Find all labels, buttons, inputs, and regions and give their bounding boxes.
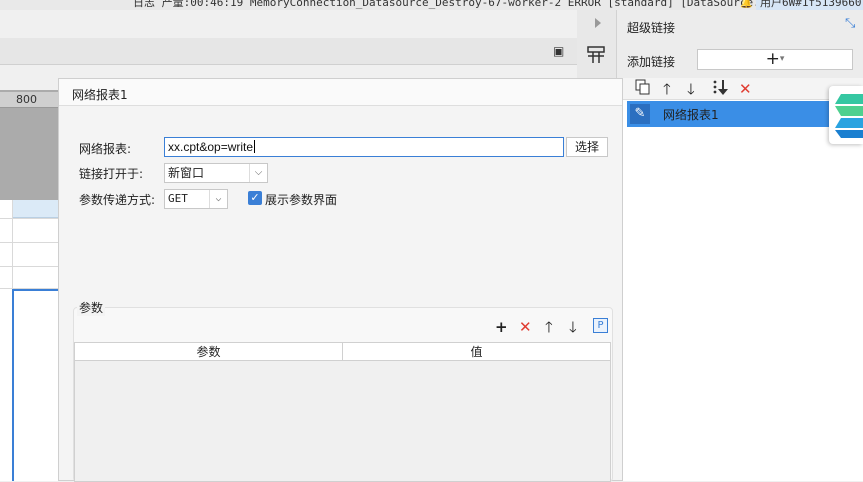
report-url-input[interactable]: xx.cpt&op=write <box>164 137 564 157</box>
delete-param-icon[interactable]: ✕ <box>519 319 532 335</box>
panel-title: 超级链接 <box>627 21 676 35</box>
chevron-down-icon: ▾ <box>779 54 785 64</box>
method-value: GET <box>168 192 188 205</box>
choose-button[interactable]: 选择 <box>566 137 608 157</box>
status-bar: 日志 产量:00:46:19 MemoryConnection_Datasour… <box>0 0 863 10</box>
delete-icon[interactable]: ✕ <box>739 79 752 99</box>
hyperlink-panel: 超级链接 ⤡ 添加链接 +▾ 🡑 🡓 ✕ ✎ 网络报表1 <box>617 10 863 481</box>
user-badge[interactable]: 用户6W#1f5139660 <box>756 0 863 10</box>
dialog-title-bar: 网络报表1 <box>59 79 622 106</box>
open-in-select[interactable]: 新窗口 ⌵ <box>164 163 268 183</box>
selected-cell-range <box>12 289 58 481</box>
copy-icon[interactable] <box>635 79 651 100</box>
params-table[interactable]: 参数 值 <box>74 342 611 482</box>
method-label: 参数传递方式: <box>79 193 156 207</box>
value-column-header: 值 <box>343 343 610 361</box>
report-url-value: xx.cpt&op=write <box>168 140 254 154</box>
add-param-icon[interactable]: + <box>495 319 508 335</box>
web-report-dialog: 网络报表1 网络报表: xx.cpt&op=write 选择 链接打开于: 新窗… <box>58 78 623 482</box>
params-column-header: 参数 <box>75 343 343 361</box>
method-select[interactable]: GET ⌵ <box>164 189 228 209</box>
pencil-icon: ✎ <box>630 104 650 124</box>
plus-icon: + <box>765 49 780 69</box>
show-params-checkbox[interactable]: ✓ <box>248 191 262 205</box>
editor-toolbar: ▣ <box>0 38 577 65</box>
move-up-icon[interactable]: 🡑 <box>663 79 671 99</box>
add-link-button[interactable]: +▾ <box>697 49 853 70</box>
log-message: 日志 产量:00:46:19 MemoryConnection_Datasour… <box>133 0 774 9</box>
link-toolbar: 🡑 🡓 ✕ <box>617 78 863 100</box>
report-label: 网络报表: <box>79 142 132 156</box>
expand-arrow-icon[interactable] <box>595 18 601 28</box>
ruler: 800 <box>0 92 58 108</box>
column-header[interactable] <box>12 200 58 218</box>
params-section-title: 参数 <box>77 299 106 316</box>
collapse-icon[interactable]: ⤡ <box>845 16 855 31</box>
chevron-down-icon: ⌵ <box>209 190 227 208</box>
panel-header: 超级链接 ⤡ <box>617 10 863 40</box>
ruler-mark: 800 <box>16 93 37 106</box>
link-list-item[interactable]: ✎ 网络报表1 <box>627 101 863 127</box>
move-down-icon[interactable]: 🡓 <box>569 319 577 335</box>
param-insert-icon[interactable]: P <box>593 318 608 333</box>
move-down-icon[interactable]: 🡓 <box>687 79 695 99</box>
dialog-title: 网络报表1 <box>72 88 128 102</box>
sheet-grid[interactable] <box>0 200 58 481</box>
add-link-row: 添加链接 +▾ <box>617 40 863 78</box>
add-link-label: 添加链接 <box>627 55 676 69</box>
app-logo-icon <box>829 86 863 144</box>
bell-icon[interactable]: 🔔 <box>740 0 752 10</box>
cell-attribute-icon[interactable] <box>586 45 606 65</box>
user-name: 用户6W#1f5139660 <box>760 0 862 9</box>
format-painter-icon[interactable]: ▣ <box>553 44 564 58</box>
chevron-down-icon: ⌵ <box>249 164 267 182</box>
link-item-label: 网络报表1 <box>663 108 719 122</box>
open-in-value: 新窗口 <box>168 166 205 180</box>
move-bottom-icon[interactable] <box>712 79 730 102</box>
open-in-label: 链接打开于: <box>79 167 144 181</box>
move-up-icon[interactable]: 🡑 <box>545 319 553 335</box>
show-params-label: 展示参数界面 <box>265 193 338 207</box>
